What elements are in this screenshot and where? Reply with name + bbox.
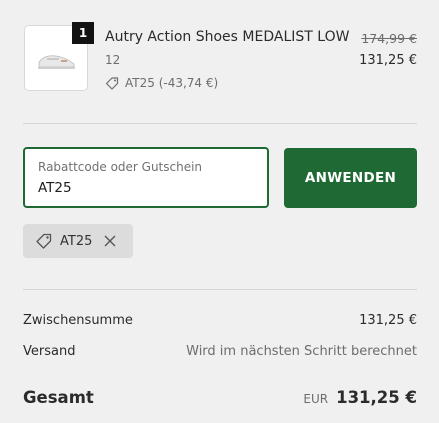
- total-value: 131,25 €: [336, 388, 417, 407]
- applied-discount-chip: AT25: [23, 224, 133, 258]
- total-amount: EUR 131,25 €: [303, 388, 417, 407]
- remove-discount-button[interactable]: [104, 235, 116, 247]
- discount-code-label: Rabattcode oder Gutschein: [38, 160, 203, 174]
- apply-button[interactable]: ANWENDEN: [284, 148, 417, 208]
- close-icon: [104, 235, 116, 247]
- subtotal-value: 131,25 €: [359, 313, 417, 328]
- product-discount: AT25 (-43,74 €): [105, 76, 218, 90]
- applied-discount-code: AT25: [60, 233, 93, 249]
- tag-icon: [36, 233, 52, 249]
- line-price: 131,25 €: [359, 53, 417, 68]
- product-discount-text: AT25 (-43,74 €): [125, 76, 219, 90]
- tag-icon: [105, 77, 119, 90]
- discount-code-field[interactable]: Rabattcode oder Gutschein AT25: [23, 147, 269, 208]
- product-title: Autry Action Shoes MEDALIST LOW: [105, 29, 350, 45]
- compare-at-price: 174,99 €: [361, 31, 417, 46]
- product-variant: 12: [105, 53, 121, 67]
- total-label: Gesamt: [23, 388, 94, 407]
- quantity-badge: 1: [72, 22, 94, 44]
- discount-code-input[interactable]: AT25: [38, 180, 72, 196]
- subtotal-label: Zwischensumme: [23, 313, 133, 328]
- divider: [23, 123, 417, 124]
- shipping-value: Wird im nächsten Schritt berechnet: [186, 344, 417, 359]
- divider: [23, 289, 417, 290]
- total-currency: EUR: [303, 392, 329, 406]
- shipping-label: Versand: [23, 344, 76, 359]
